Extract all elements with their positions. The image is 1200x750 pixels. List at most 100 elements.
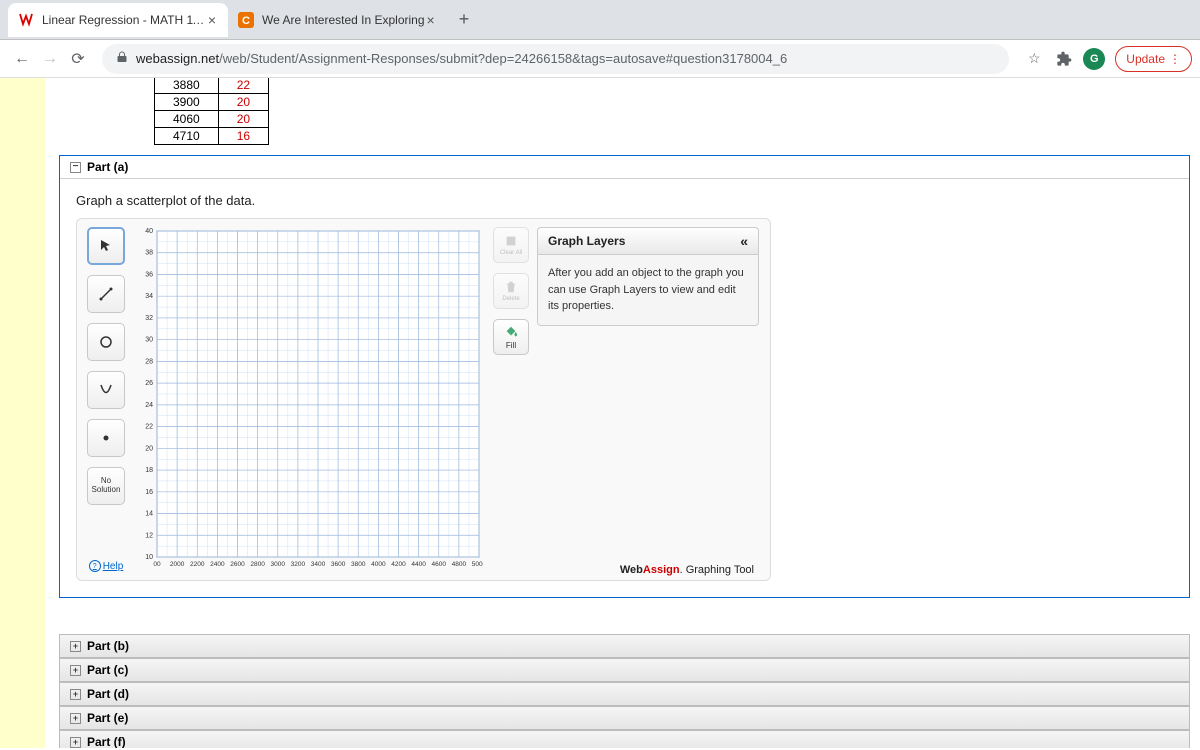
favicon-chegg: C — [238, 12, 254, 28]
svg-text:14: 14 — [145, 511, 153, 518]
pointer-tool[interactable] — [87, 227, 125, 265]
star-icon[interactable]: ☆ — [1021, 46, 1047, 72]
update-button[interactable]: Update⋮ — [1115, 46, 1192, 72]
svg-text:38: 38 — [145, 250, 153, 257]
part-label: Part (c) — [87, 663, 128, 677]
point-tool[interactable] — [87, 419, 125, 457]
chevron-left-icon[interactable]: « — [740, 233, 748, 249]
forward-button[interactable]: → — [36, 45, 64, 73]
expand-icon: + — [70, 713, 81, 724]
table-row: 388022 — [155, 78, 269, 94]
collapse-icon: − — [70, 162, 81, 173]
svg-text:2200: 2200 — [190, 561, 205, 568]
address-bar: ← → ⟳ webassign.net/web/Student/Assignme… — [0, 40, 1200, 78]
svg-text:32: 32 — [145, 315, 153, 322]
tool-column: No Solution Help — [85, 227, 127, 572]
part-a-header[interactable]: − Part (a) — [60, 156, 1189, 179]
expand-icon: + — [70, 737, 81, 748]
browser-tab-1[interactable]: C We Are Interested In Exploring × — [228, 3, 447, 37]
svg-text:3600: 3600 — [331, 561, 346, 568]
extensions-icon[interactable] — [1051, 46, 1077, 72]
svg-text:4200: 4200 — [391, 561, 406, 568]
reload-button[interactable]: ⟳ — [64, 45, 92, 73]
svg-text:28: 28 — [145, 358, 153, 365]
url-path: /web/Student/Assignment-Responses/submit… — [219, 51, 787, 66]
table-row: 390020 — [155, 94, 269, 111]
part-header-b[interactable]: +Part (b) — [59, 634, 1190, 658]
layers-header[interactable]: Graph Layers « — [537, 227, 759, 255]
svg-text:2000: 2000 — [170, 561, 185, 568]
url-domain: webassign.net — [136, 51, 219, 66]
part-header-c[interactable]: + Part (c) — [59, 658, 1190, 682]
svg-text:22: 22 — [145, 424, 153, 431]
graphing-tool: No Solution Help 20002200240026002800300… — [76, 218, 771, 581]
table-row: 471016 — [155, 128, 269, 145]
svg-text:4600: 4600 — [432, 561, 447, 568]
circle-tool[interactable] — [87, 323, 125, 361]
svg-text:00: 00 — [153, 561, 161, 568]
svg-text:4800: 4800 — [452, 561, 467, 568]
fill-button[interactable]: Fill — [493, 319, 529, 355]
svg-text:4000: 4000 — [371, 561, 386, 568]
scatter-plot[interactable]: 2000220024002600280030003200340036003800… — [133, 227, 483, 572]
part-a: − Part (a) Graph a scatterplot of the da… — [59, 155, 1190, 598]
part-label: Part (f) — [87, 735, 126, 748]
page-content: 388022 390020 406020 471016 − Part (a) G… — [0, 78, 1200, 748]
svg-text:26: 26 — [145, 380, 153, 387]
expand-icon: + — [70, 689, 81, 700]
new-tab-button[interactable]: + — [447, 9, 482, 30]
line-tool[interactable] — [87, 275, 125, 313]
expand-icon: + — [70, 665, 81, 676]
side-controls: Clear All Delete Fill — [493, 227, 529, 572]
menu-dots-icon: ⋮ — [1169, 52, 1181, 66]
browser-tab-0[interactable]: Linear Regression - MATH 115: × — [8, 3, 228, 37]
layers-body: After you add an object to the graph you… — [537, 255, 759, 326]
close-icon[interactable]: × — [425, 10, 437, 30]
svg-text:40: 40 — [145, 228, 153, 235]
svg-text:3000: 3000 — [271, 561, 286, 568]
svg-text:5000: 5000 — [472, 561, 483, 568]
svg-text:2400: 2400 — [210, 561, 225, 568]
svg-text:16: 16 — [145, 489, 153, 496]
tab-title: Linear Regression - MATH 115: — [42, 13, 206, 27]
svg-text:36: 36 — [145, 271, 153, 278]
svg-text:4400: 4400 — [411, 561, 426, 568]
graph-layers-panel: Graph Layers « After you add an object t… — [537, 227, 759, 572]
svg-text:2800: 2800 — [250, 561, 265, 568]
part-label: Part (d) — [87, 687, 129, 701]
part-label: Part (e) — [87, 711, 128, 725]
svg-text:18: 18 — [145, 467, 153, 474]
svg-text:C: C — [242, 15, 250, 27]
svg-text:12: 12 — [145, 532, 153, 539]
tab-title: We Are Interested In Exploring — [262, 13, 425, 27]
plot-area[interactable]: 2000220024002600280030003200340036003800… — [133, 227, 483, 572]
part-header-f[interactable]: + Part (f) — [59, 730, 1190, 748]
no-solution-tool[interactable]: No Solution — [87, 467, 125, 505]
help-link[interactable]: Help — [89, 560, 124, 572]
layers-title: Graph Layers — [548, 234, 625, 248]
svg-text:10: 10 — [145, 554, 153, 561]
svg-text:20: 20 — [145, 445, 153, 452]
clear-all-button[interactable]: Clear All — [493, 227, 529, 263]
part-label: Part (b) — [87, 639, 129, 653]
svg-text:34: 34 — [145, 293, 153, 300]
instruction-text: Graph a scatterplot of the data. — [76, 193, 1173, 208]
profile-badge[interactable]: G — [1083, 48, 1105, 70]
url-input[interactable]: webassign.net/web/Student/Assignment-Res… — [102, 44, 1009, 74]
svg-text:2600: 2600 — [230, 561, 245, 568]
part-header-d[interactable]: + Part (d) — [59, 682, 1190, 706]
part-label: Part (a) — [87, 160, 128, 174]
left-margin — [0, 78, 45, 748]
parabola-tool[interactable] — [87, 371, 125, 409]
tab-bar: Linear Regression - MATH 115: × C We Are… — [0, 0, 1200, 40]
favicon-webassign — [18, 12, 34, 28]
close-icon[interactable]: × — [206, 10, 218, 30]
back-button[interactable]: ← — [8, 45, 36, 73]
delete-button[interactable]: Delete — [493, 273, 529, 309]
svg-text:24: 24 — [145, 402, 153, 409]
table-row: 406020 — [155, 111, 269, 128]
part-header-e[interactable]: + Part (e) — [59, 706, 1190, 730]
svg-text:3800: 3800 — [351, 561, 366, 568]
svg-text:30: 30 — [145, 337, 153, 344]
svg-text:3200: 3200 — [291, 561, 306, 568]
